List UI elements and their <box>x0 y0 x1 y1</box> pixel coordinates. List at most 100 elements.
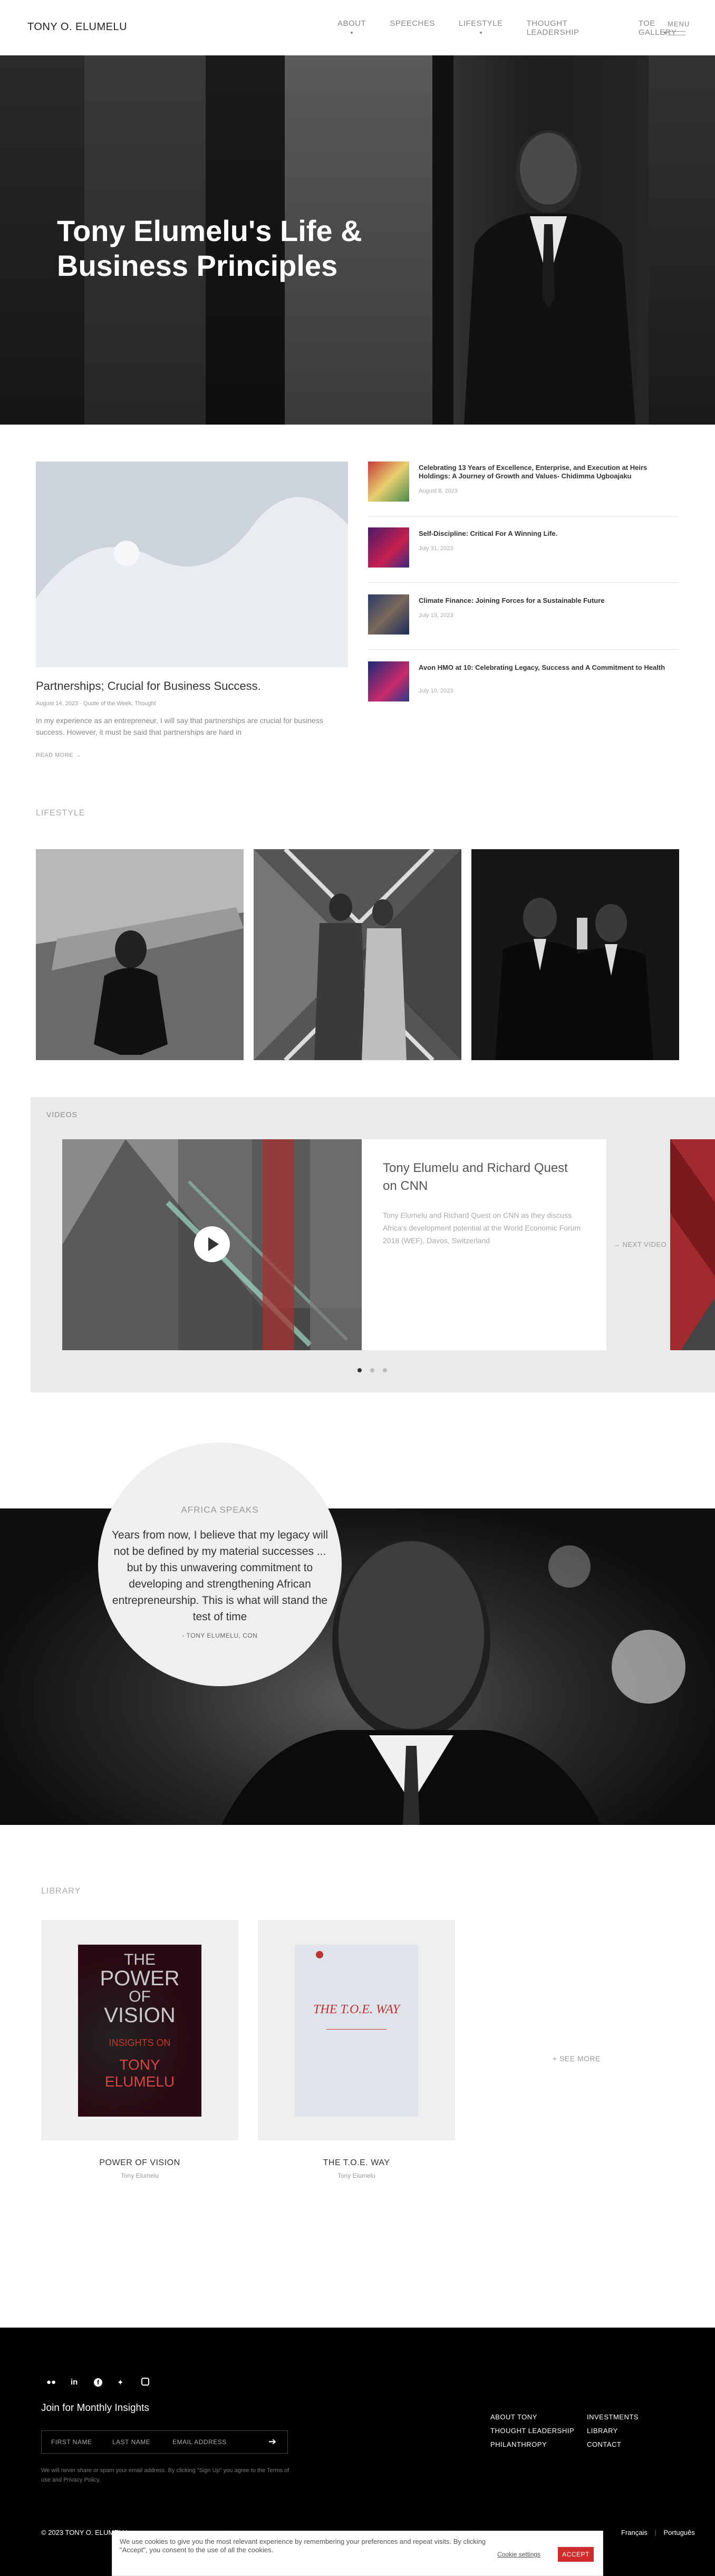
carousel-dot[interactable] <box>383 1368 387 1372</box>
dropdown-dot-icon <box>663 32 666 34</box>
videos-section: VIDEOS Tony Elumelu and Richard Quest on… <box>31 1097 715 1392</box>
menu-button[interactable]: MENU <box>668 20 690 35</box>
cover-text: POWER <box>100 1967 180 1990</box>
news-title[interactable]: Avon HMO at 10: Celebrating Legacy, Succ… <box>419 664 672 672</box>
menu-label: MENU <box>668 20 690 28</box>
play-button[interactable] <box>194 1226 230 1262</box>
news-item[interactable]: Self-Discipline: Critical For A Winning … <box>368 527 679 583</box>
quote-text: Years from now, I believe that my legacy… <box>111 1529 328 1623</box>
video-title[interactable]: Tony Elumelu and Richard Quest on CNN <box>383 1159 583 1195</box>
carousel-dot[interactable] <box>358 1368 362 1372</box>
news-thumbnail <box>368 661 409 701</box>
lifestyle-heading: LIFESTYLE <box>36 809 85 818</box>
cookie-settings-link[interactable]: Cookie settings <box>497 2551 540 2558</box>
dropdown-dot-icon <box>351 32 353 34</box>
news-item[interactable]: Climate Finance: Joining Forces for a Su… <box>368 594 679 650</box>
language-option[interactable]: Português <box>664 2529 695 2536</box>
see-more-link[interactable]: + SEE MORE <box>553 2054 601 2063</box>
nav-item-speeches[interactable]: SPEECHES <box>390 19 435 37</box>
cookie-text: We use cookies to give you the most rele… <box>120 2537 486 2554</box>
nav-item-about[interactable]: ABOUT <box>337 19 366 37</box>
hero-banner: Tony Elumelu's Life & Business Principle… <box>0 55 715 425</box>
accept-cookies-button[interactable]: ACCEPT <box>558 2547 594 2562</box>
footer-link-contact[interactable]: CONTACT <box>587 2440 621 2448</box>
cover-text: TONY <box>119 2056 160 2073</box>
linkedin-icon[interactable]: in <box>71 2378 78 2387</box>
book-card[interactable]: THE POWER OF VISION INSIGHTS ON TONY ELU… <box>41 1920 238 2140</box>
language-switcher: Français | Português <box>621 2529 695 2536</box>
quote-heading: AFRICA SPEAKS <box>181 1505 259 1515</box>
submit-arrow-icon[interactable]: ➔ <box>268 2436 276 2447</box>
news-thumbnail <box>368 594 409 635</box>
quote-author: - TONY ELUMELU, CON <box>182 1632 258 1639</box>
nav-label: LIFESTYLE <box>458 19 503 28</box>
news-title[interactable]: Self-Discipline: Critical For A Winning … <box>419 530 672 538</box>
newsletter-note: We will never share or spam your email a… <box>41 2467 289 2483</box>
nav-label: THOUGHT LEADERSHIP <box>526 19 579 37</box>
book-title[interactable]: THE T.O.E. WAY <box>258 2158 455 2168</box>
book-card[interactable]: THE T.O.E. WAY <box>258 1920 455 2140</box>
footer-link-about[interactable]: ABOUT TONY <box>490 2413 537 2421</box>
hamburger-icon <box>668 31 690 35</box>
video-thumbnail[interactable] <box>62 1139 362 1350</box>
cookie-banner: We use cookies to give you the most rele… <box>112 2531 603 2576</box>
news-thumbnail <box>368 527 409 568</box>
news-title[interactable]: Celebrating 13 Years of Excellence, Ente… <box>419 464 672 480</box>
main-nav: ABOUT SPEECHES LIFESTYLE THOUGHT LEADERS… <box>337 19 715 37</box>
cover-text: INSIGHTS ON <box>109 2037 171 2048</box>
twitter-icon[interactable]: ✦ <box>117 2378 124 2387</box>
hero-title: Tony Elumelu's Life & Business Principle… <box>57 214 362 282</box>
lifestyle-photo[interactable] <box>254 849 461 1060</box>
footer-link-investments[interactable]: INVESTMENTS <box>587 2413 639 2421</box>
site-logo[interactable]: TONY O. ELUMELU <box>27 21 127 33</box>
book-cover: THE POWER OF VISION INSIGHTS ON TONY ELU… <box>78 1945 201 2117</box>
last-name-field[interactable]: LAST NAME <box>112 2438 150 2446</box>
instagram-icon[interactable] <box>141 2378 149 2388</box>
featured-post-meta: August 14, 2023 · Quote of the Week, Tho… <box>36 700 156 707</box>
news-item[interactable]: Celebrating 13 Years of Excellence, Ente… <box>368 462 679 517</box>
next-video-button[interactable]: → NEXT VIDEO <box>613 1241 666 1248</box>
nav-item-thought-leadership[interactable]: THOUGHT LEADERSHIP <box>527 19 615 37</box>
image-placeholder-icon <box>36 462 348 667</box>
nav-label: SPEECHES <box>390 19 435 28</box>
footer-link-thought-leadership[interactable]: THOUGHT LEADERSHIP <box>490 2427 574 2435</box>
read-more-link[interactable]: READ MORE → <box>36 752 81 758</box>
next-video-label: NEXT VIDEO <box>622 1241 667 1248</box>
footer-link-philanthropy[interactable]: PHILANTHROPY <box>490 2440 547 2448</box>
footer-link-library[interactable]: LIBRARY <box>587 2427 618 2435</box>
site-header: TONY O. ELUMELU ABOUT SPEECHES LIFESTYLE… <box>0 0 715 55</box>
lifestyle-photo[interactable] <box>36 849 244 1060</box>
book-author: Tony Elumelu <box>337 2172 376 2179</box>
cover-text: OF <box>129 1988 151 2005</box>
news-date: July 19, 2023 <box>419 612 453 619</box>
language-option[interactable]: Français <box>621 2529 648 2536</box>
featured-post-title[interactable]: Partnerships; Crucial for Business Succe… <box>36 679 261 693</box>
lifestyle-photo[interactable] <box>471 849 679 1060</box>
book-cover: THE T.O.E. WAY <box>295 1945 418 2117</box>
featured-post-excerpt: In my experience as an entrepreneur, I w… <box>36 716 323 736</box>
newsletter-form: FIRST NAME LAST NAME EMAIL ADDRESS ➔ <box>41 2430 288 2454</box>
news-thumbnail <box>368 462 409 502</box>
cover-text: THE <box>124 1951 156 1968</box>
book-title[interactable]: POWER OF VISION <box>41 2158 238 2168</box>
cover-text: VISION <box>104 2004 176 2027</box>
news-item[interactable]: Avon HMO at 10: Celebrating Legacy, Succ… <box>368 661 679 717</box>
news-date: July 31, 2023 <box>419 545 453 552</box>
featured-post-image[interactable] <box>36 462 348 667</box>
nav-item-lifestyle[interactable]: LIFESTYLE <box>459 19 503 37</box>
cover-text: ELUMELU <box>104 2073 175 2090</box>
play-icon <box>208 1237 219 1251</box>
email-field[interactable]: EMAIL ADDRESS <box>172 2438 227 2446</box>
facebook-icon[interactable]: f <box>94 2378 102 2387</box>
book-author: Tony Elumelu <box>120 2172 159 2179</box>
videos-heading: VIDEOS <box>46 1110 78 1119</box>
news-date: July 10, 2023 <box>419 688 453 694</box>
medium-icon[interactable]: ●● <box>46 2378 56 2387</box>
next-video-thumbnail[interactable] <box>670 1139 715 1350</box>
carousel-dot[interactable] <box>370 1368 374 1372</box>
hero-portrait <box>464 130 635 425</box>
newsletter-title: Join for Monthly Insights <box>41 2402 149 2414</box>
arrow-right-icon: → <box>613 1241 623 1248</box>
news-title[interactable]: Climate Finance: Joining Forces for a Su… <box>419 597 672 605</box>
first-name-field[interactable]: FIRST NAME <box>51 2438 92 2446</box>
